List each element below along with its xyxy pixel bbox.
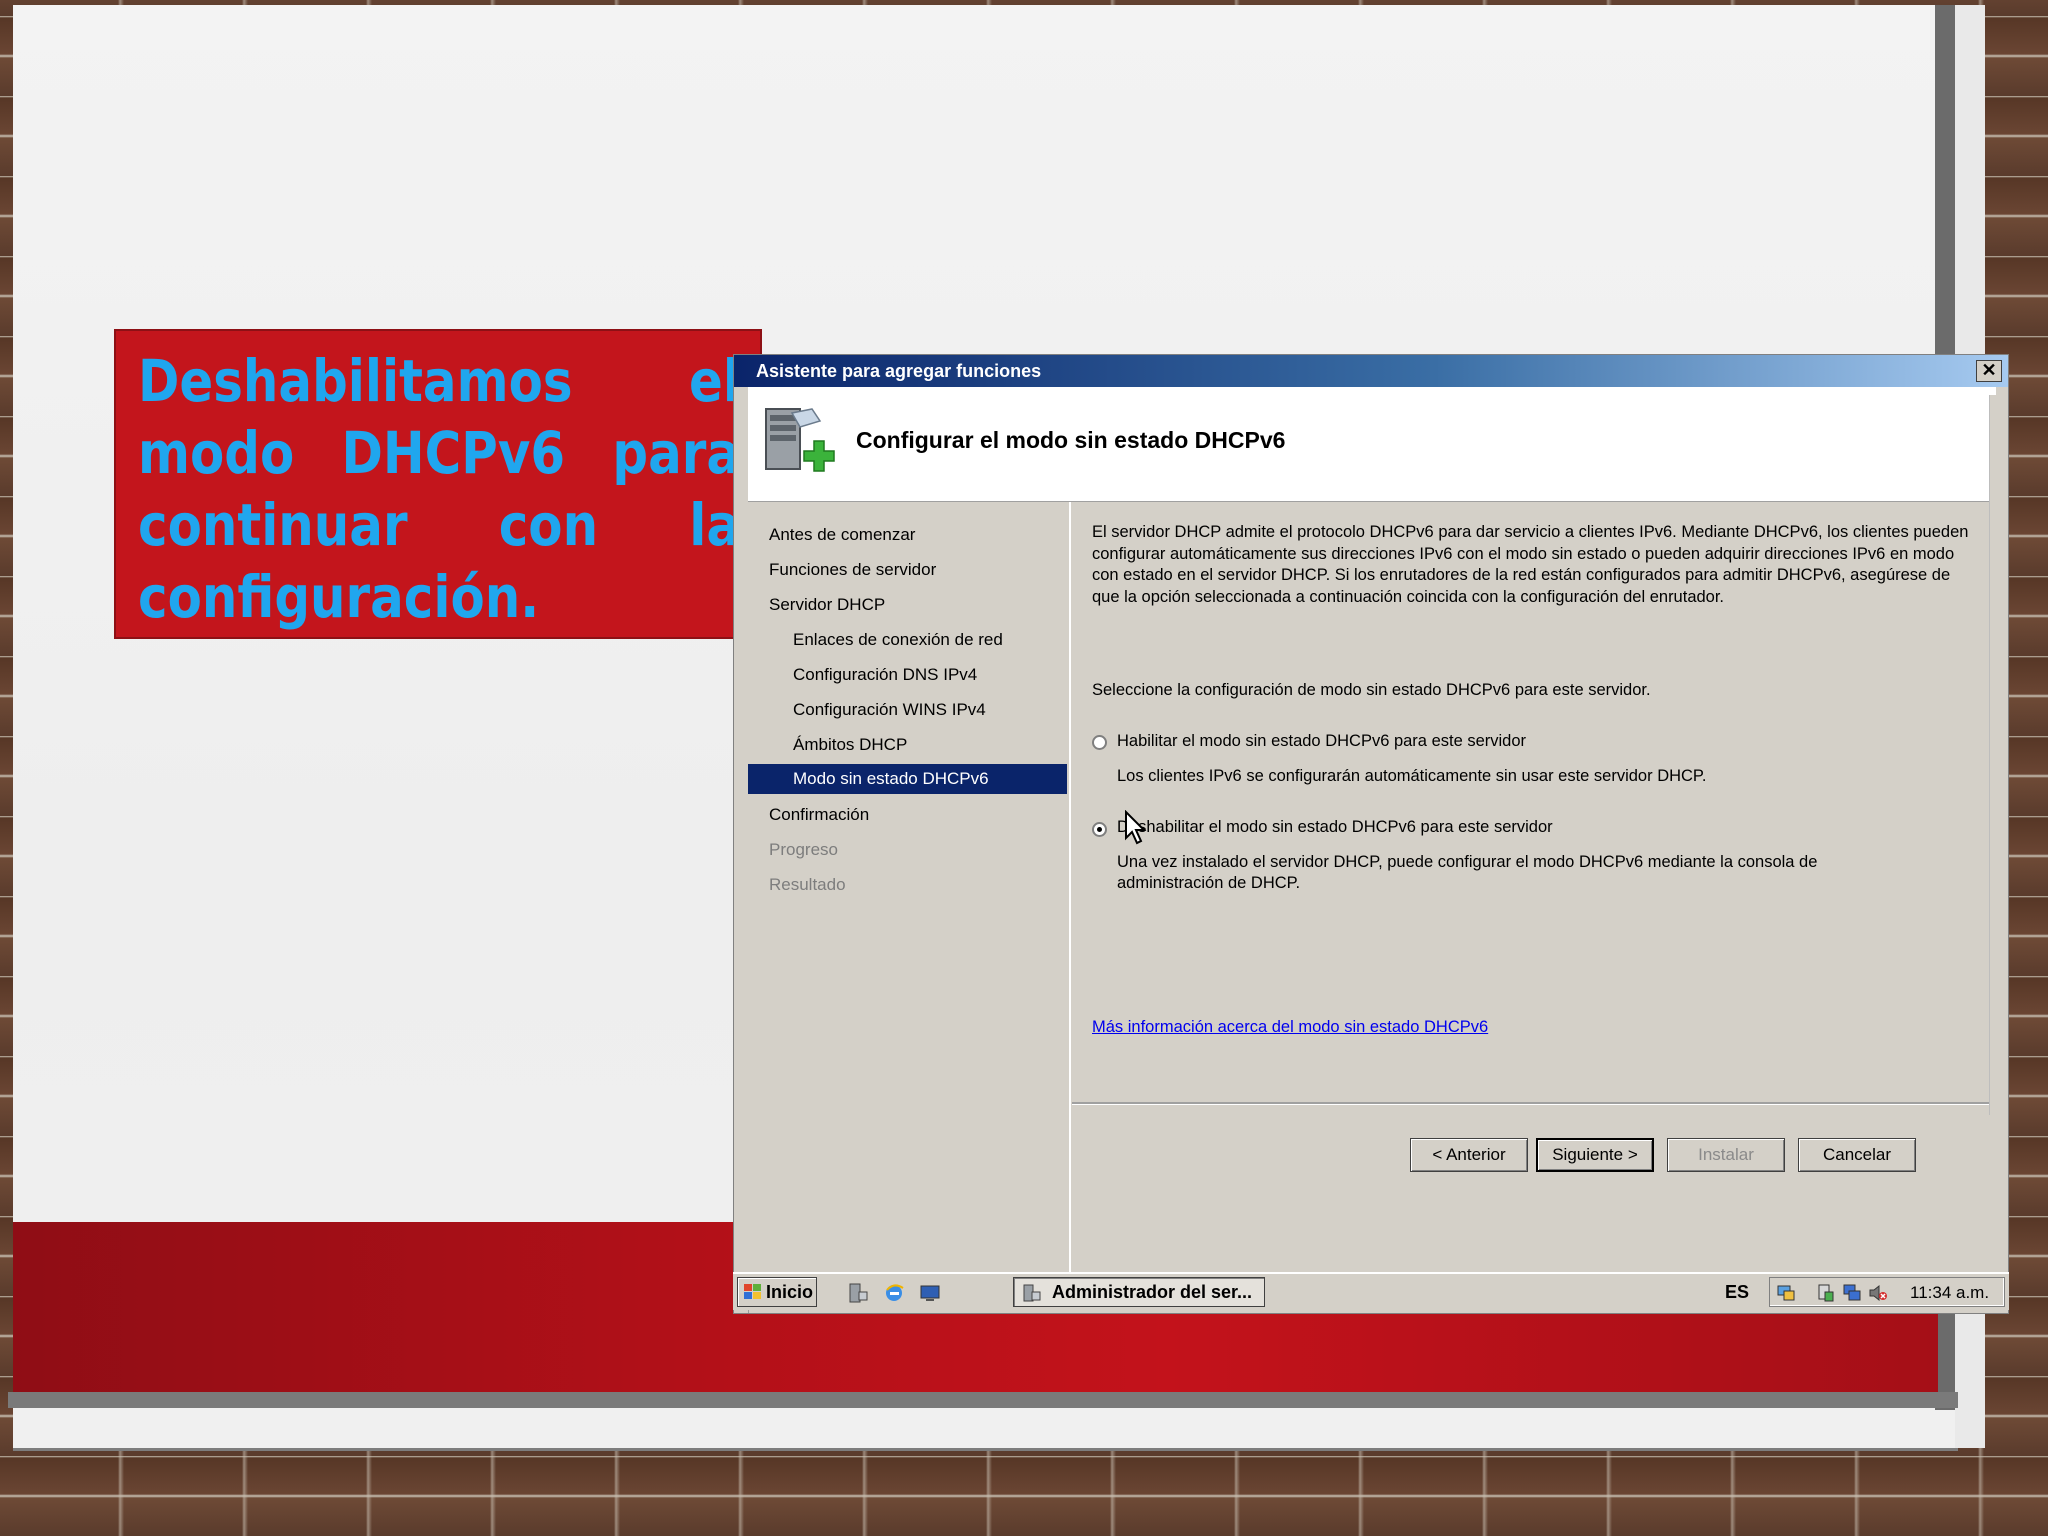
nav-item-funciones[interactable]: Funciones de servidor xyxy=(769,560,936,580)
nav-item-progreso: Progreso xyxy=(769,840,838,859)
system-tray: 11:34 a.m. xyxy=(1769,1277,2005,1307)
wizard-content: El servidor DHCP admite el protocolo DHC… xyxy=(1072,502,1996,1283)
page-title: Configurar el modo sin estado DHCPv6 xyxy=(856,427,1286,453)
next-button[interactable]: Siguiente > xyxy=(1536,1138,1654,1172)
enable-stateless-description: Los clientes IPv6 se configurarán automá… xyxy=(1117,767,1707,785)
start-button[interactable]: Inicio xyxy=(737,1277,817,1307)
start-label: Inicio xyxy=(766,1282,814,1302)
taskbar: Inicio Administrador del ser... ES 11:34… xyxy=(733,1272,2009,1310)
window-left-strip xyxy=(734,387,749,1313)
selection-prompt: Seleccione la configuración de modo sin … xyxy=(1092,681,1651,699)
nav-item-ambitos[interactable]: Ámbitos DHCP xyxy=(793,735,907,755)
wizard-header: Configurar el modo sin estado DHCPv6 xyxy=(748,387,1996,502)
nav-item-resultado: Resultado xyxy=(769,875,846,894)
security-icon[interactable] xyxy=(1816,1283,1836,1303)
close-button[interactable]: ✕ xyxy=(1976,360,2002,382)
enable-stateless-radio[interactable] xyxy=(1092,735,1107,750)
volume-muted-icon[interactable] xyxy=(1868,1283,1888,1303)
server-add-icon xyxy=(765,408,835,472)
install-button: Instalar xyxy=(1667,1138,1785,1172)
display-icon[interactable] xyxy=(1842,1283,1862,1303)
nav-item-confirmacion[interactable]: Confirmación xyxy=(769,805,869,825)
nav-item-servidor-dhcp[interactable]: Servidor DHCP xyxy=(769,595,885,615)
wizard-nav: Antes de comenzar Funciones de servidor … xyxy=(748,502,1071,1283)
callout-text: Deshabilitamos el modo DHCPv6 para conti… xyxy=(138,347,740,631)
description-text: El servidor DHCP admite el protocolo DHC… xyxy=(1092,523,1969,606)
task-button-label: Administrador del ser... xyxy=(1052,1282,1253,1302)
cancel-button[interactable]: Cancelar xyxy=(1798,1138,1916,1172)
nav-item-dns-ipv4[interactable]: Configuración DNS IPv4 xyxy=(793,665,977,685)
nav-item-label: Modo sin estado DHCPv6 xyxy=(793,769,989,788)
mouse-cursor-icon xyxy=(1125,810,1147,845)
disable-stateless-label[interactable]: Deshabilitar el modo sin estado DHCPv6 p… xyxy=(1117,818,1553,837)
disable-stateless-description: Una vez instalado el servidor DHCP, pued… xyxy=(1117,853,1818,892)
footer-separator xyxy=(1072,1102,1996,1105)
windows-flag-icon xyxy=(744,1284,761,1299)
nav-item-wins-ipv4[interactable]: Configuración WINS IPv4 xyxy=(793,700,986,720)
window-title: Asistente para agregar funciones xyxy=(756,361,1042,381)
wizard-window: Asistente para agregar funciones ✕ Confi… xyxy=(733,354,2009,1314)
server-manager-icon[interactable] xyxy=(847,1282,869,1304)
server-manager-task-icon xyxy=(1023,1284,1041,1302)
nav-item-antes[interactable]: Antes de comenzar xyxy=(769,525,915,545)
title-bar[interactable]: Asistente para agregar funciones ✕ xyxy=(734,355,2008,387)
internet-explorer-icon[interactable] xyxy=(883,1282,905,1304)
show-desktop-icon[interactable] xyxy=(919,1282,941,1304)
back-button[interactable]: < Anterior xyxy=(1410,1138,1528,1172)
nav-item-enlaces[interactable]: Enlaces de conexión de red xyxy=(793,630,1003,650)
radio-dot xyxy=(1097,827,1102,832)
network-icon[interactable] xyxy=(1776,1283,1796,1303)
clock[interactable]: 11:34 a.m. xyxy=(1910,1283,1989,1303)
nav-item-modo-dhcpv6[interactable]: Modo sin estado DHCPv6 xyxy=(748,764,1067,794)
disable-stateless-radio[interactable] xyxy=(1092,822,1107,837)
slide-band-shadow xyxy=(8,1392,1958,1408)
callout-box: Deshabilitamos el modo DHCPv6 para conti… xyxy=(114,329,762,639)
language-indicator[interactable]: ES xyxy=(1725,1282,1749,1303)
more-info-link[interactable]: Más información acerca del modo sin esta… xyxy=(1092,1018,1488,1037)
enable-stateless-label[interactable]: Habilitar el modo sin estado DHCPv6 para… xyxy=(1117,732,1526,751)
task-button-server-manager[interactable]: Administrador del ser... xyxy=(1013,1277,1265,1307)
scrollbar[interactable] xyxy=(1989,395,2004,1115)
